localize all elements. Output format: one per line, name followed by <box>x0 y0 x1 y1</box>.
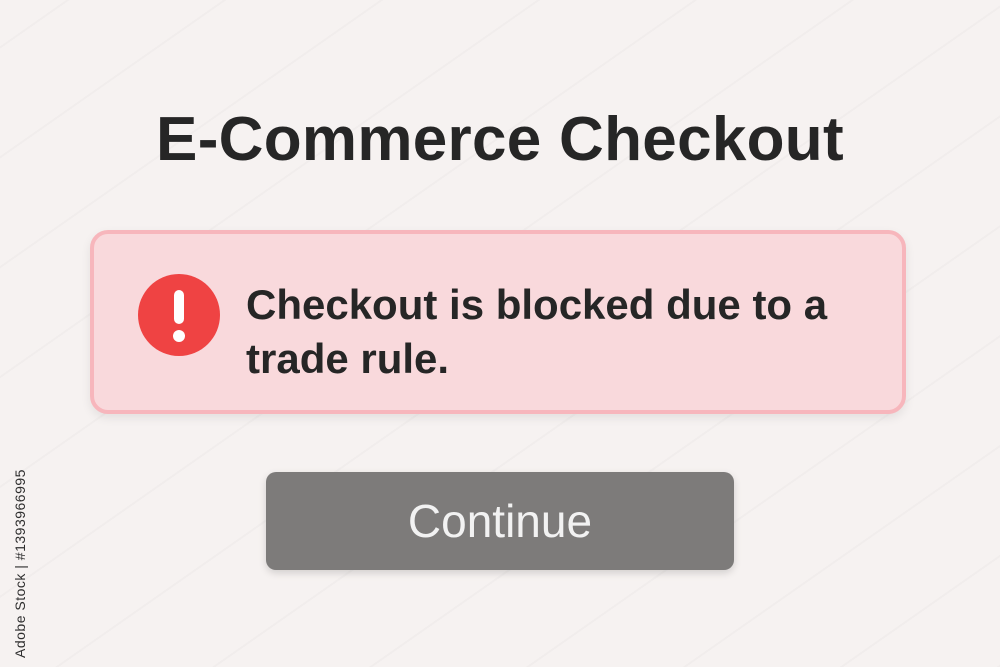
error-alert: Checkout is blocked due to a trade rule. <box>90 230 906 414</box>
exclamation-bar <box>174 290 184 324</box>
exclamation-circle-icon <box>138 274 220 356</box>
page-title: E-Commerce Checkout <box>156 105 844 174</box>
alert-message: Checkout is blocked due to a trade rule. <box>246 281 828 382</box>
continue-button[interactable]: Continue <box>266 472 734 570</box>
stock-credit: Adobe Stock | #1393966995 <box>12 469 28 658</box>
exclamation-dot <box>173 330 185 342</box>
